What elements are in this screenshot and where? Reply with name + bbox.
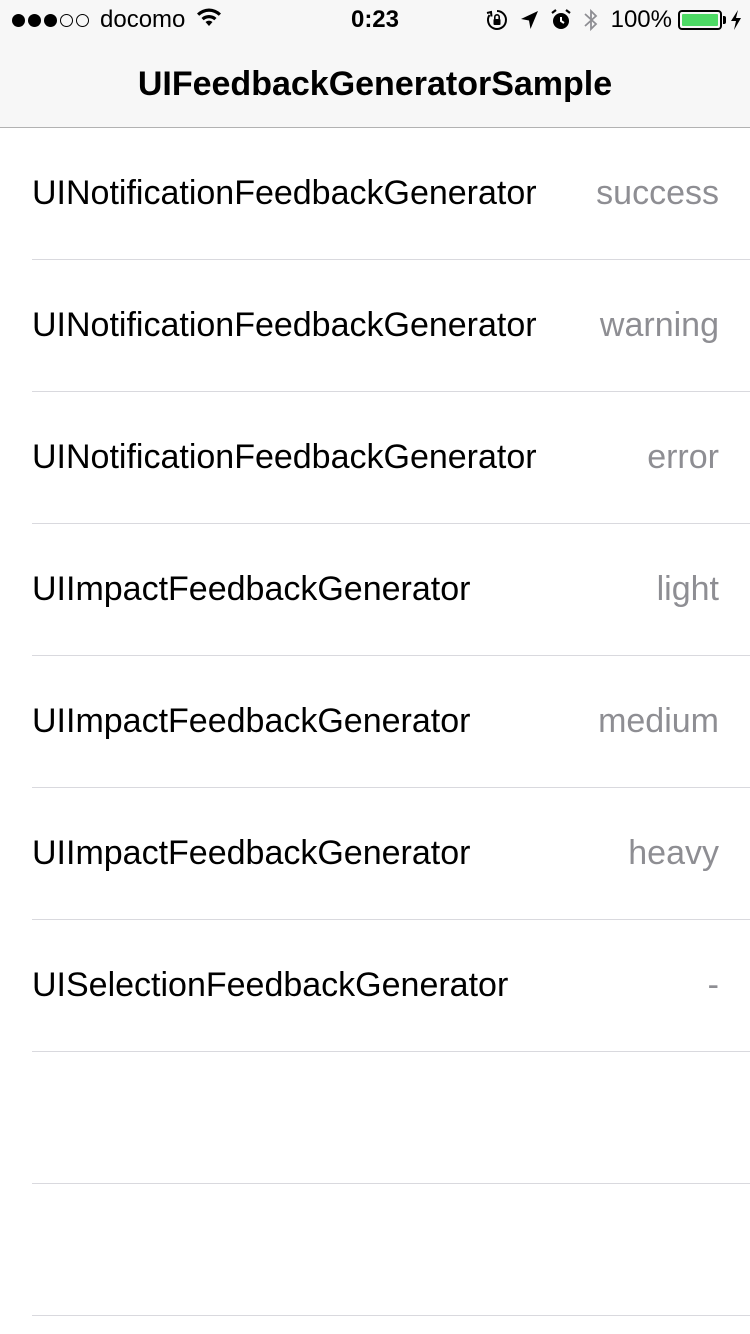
row-detail: light bbox=[656, 570, 719, 608]
location-arrow-icon bbox=[519, 9, 539, 31]
table-row[interactable]: UIImpactFeedbackGenerator light bbox=[32, 524, 750, 656]
battery-icon bbox=[678, 10, 722, 30]
table-row[interactable]: UINotificationFeedbackGenerator error bbox=[32, 392, 750, 524]
battery-percent: 100% bbox=[610, 6, 672, 33]
empty-table-row bbox=[32, 1184, 750, 1316]
bluetooth-icon bbox=[583, 7, 599, 33]
row-title: UIImpactFeedbackGenerator bbox=[32, 834, 471, 872]
top-bar: docomo 0:23 100% UIFeedbackGeneratorSamp… bbox=[0, 0, 750, 128]
table-row[interactable]: UIImpactFeedbackGenerator heavy bbox=[32, 788, 750, 920]
table-row[interactable]: UINotificationFeedbackGenerator warning bbox=[32, 260, 750, 392]
row-title: UIImpactFeedbackGenerator bbox=[32, 570, 471, 608]
row-detail: medium bbox=[598, 702, 719, 740]
charging-bolt-icon bbox=[730, 9, 742, 31]
screen: docomo 0:23 100% UIFeedbackGeneratorSamp… bbox=[0, 0, 750, 1334]
row-detail: heavy bbox=[628, 834, 719, 872]
battery-level bbox=[682, 14, 718, 26]
row-detail: error bbox=[647, 438, 719, 476]
feedback-table: UINotificationFeedbackGenerator success … bbox=[0, 128, 750, 1316]
battery-tip bbox=[723, 16, 726, 24]
row-detail: warning bbox=[599, 306, 719, 344]
alarm-icon bbox=[549, 8, 573, 32]
row-title: UINotificationFeedbackGenerator bbox=[32, 306, 537, 344]
row-detail: - bbox=[707, 966, 719, 1004]
row-detail: success bbox=[596, 174, 719, 212]
page-title: UIFeedbackGeneratorSample bbox=[137, 65, 613, 103]
rotation-lock-icon bbox=[485, 8, 509, 32]
status-right: 100% bbox=[475, 6, 742, 34]
table-row[interactable]: UINotificationFeedbackGenerator success bbox=[32, 128, 750, 260]
row-title: UISelectionFeedbackGenerator bbox=[32, 966, 509, 1004]
row-title: UINotificationFeedbackGenerator bbox=[32, 438, 537, 476]
status-bar: docomo 0:23 100% bbox=[0, 0, 750, 40]
table-row[interactable]: UIImpactFeedbackGenerator medium bbox=[32, 656, 750, 788]
row-title: UIImpactFeedbackGenerator bbox=[32, 702, 471, 740]
empty-table-row bbox=[32, 1052, 750, 1184]
row-title: UINotificationFeedbackGenerator bbox=[32, 174, 537, 212]
table-row[interactable]: UISelectionFeedbackGenerator - bbox=[32, 920, 750, 1052]
